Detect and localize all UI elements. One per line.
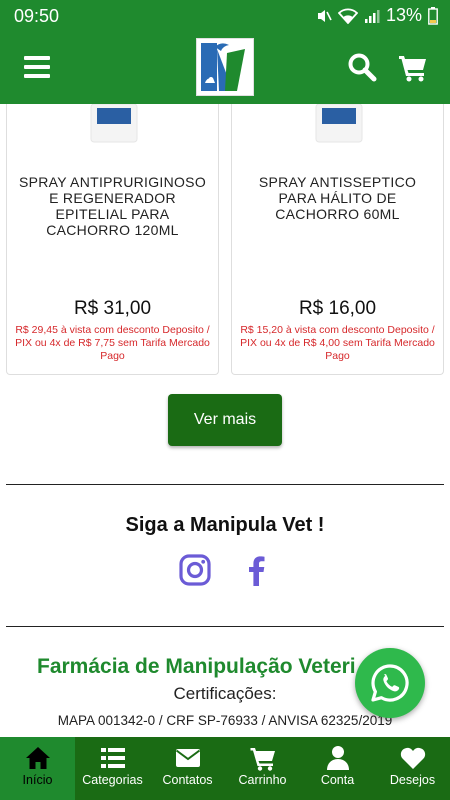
divider <box>6 626 444 627</box>
app-screen: 09:50 13% SPRAY ANTIPRURIGINOSO E REGENE… <box>0 0 450 800</box>
manipula-vet-logo[interactable] <box>196 38 254 96</box>
nav-label: Desejos <box>389 773 436 787</box>
heart-icon <box>400 747 425 769</box>
ver-mais-button[interactable]: Ver mais <box>168 394 282 446</box>
envelope-icon <box>175 749 200 767</box>
status-bar: 09:50 13% <box>0 0 450 32</box>
product-image <box>315 104 363 143</box>
hamburger-icon[interactable] <box>24 56 50 78</box>
nav-item-inicio[interactable]: Início <box>0 737 75 800</box>
nav-label: Categorias <box>82 773 143 787</box>
nav-label: Contatos <box>162 773 213 787</box>
nav-label: Início <box>22 773 53 787</box>
divider <box>6 484 444 485</box>
nav-item-carrinho[interactable]: Carrinho <box>225 737 300 800</box>
product-price: R$ 16,00 <box>298 298 377 319</box>
product-image <box>90 104 138 143</box>
product-name[interactable]: SPRAY ANTISSEPTICO PARA HÁLITO DE CACHOR… <box>242 174 433 222</box>
wifi-icon <box>337 8 358 24</box>
product-name[interactable]: SPRAY ANTIPRURIGINOSO E REGENERADOR EPIT… <box>17 174 208 238</box>
product-card[interactable]: SPRAY ANTIPRURIGINOSO E REGENERADOR EPIT… <box>6 104 219 375</box>
nav-label: Carrinho <box>238 773 287 787</box>
nav-item-conta[interactable]: Conta <box>300 737 375 800</box>
app-header <box>0 32 450 104</box>
home-icon <box>25 747 50 769</box>
signal-icon <box>364 9 380 23</box>
list-icon <box>100 748 125 768</box>
product-price: R$ 31,00 <box>73 298 152 319</box>
product-price-note: R$ 15,20 à vista com desconto Deposito /… <box>240 324 435 362</box>
whatsapp-icon[interactable] <box>355 648 425 718</box>
battery-icon <box>428 6 438 25</box>
cart-icon[interactable] <box>398 52 428 82</box>
follow-title: Siga a Manipula Vet ! <box>125 514 325 536</box>
user-icon <box>326 746 349 770</box>
instagram-icon[interactable] <box>178 553 212 587</box>
product-price-note: R$ 29,45 à vista com desconto Deposito /… <box>15 324 210 362</box>
cart-icon <box>250 748 275 771</box>
bottom-navigation: Início Categorias Contatos Carrinho Cont… <box>0 737 450 800</box>
product-card[interactable]: SPRAY ANTISSEPTICO PARA HÁLITO DE CACHOR… <box>231 104 444 375</box>
nav-label: Conta <box>320 773 355 787</box>
facebook-icon[interactable] <box>240 553 274 587</box>
nav-item-desejos[interactable]: Desejos <box>375 737 450 800</box>
search-icon[interactable] <box>347 52 377 82</box>
nav-item-categorias[interactable]: Categorias <box>75 737 150 800</box>
status-time: 09:50 <box>14 6 60 26</box>
status-icons: 13% <box>316 5 438 26</box>
pharmacy-title: Farmácia de Manipulação Veteri <box>37 655 356 678</box>
battery-percent: 13% <box>385 5 422 25</box>
mute-icon <box>317 9 332 22</box>
nav-item-contatos[interactable]: Contatos <box>150 737 225 800</box>
